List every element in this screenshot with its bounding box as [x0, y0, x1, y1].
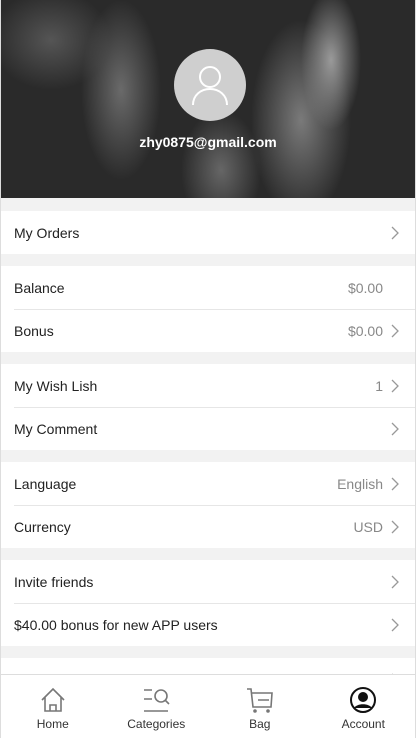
menu-group: Language English Currency USD: [1, 462, 415, 548]
row-label: My Comment: [14, 421, 98, 437]
home-icon: [41, 687, 65, 712]
bag-icon: [246, 688, 273, 713]
menu-row-bonus[interactable]: Bonus $0.00: [14, 309, 415, 352]
row-label: My Orders: [14, 224, 80, 241]
chevron-right-icon: [391, 575, 405, 589]
nav-label: Home: [36, 717, 69, 731]
account-icon: [350, 687, 377, 713]
menu-row-invite-friends[interactable]: Invite friends: [1, 560, 415, 603]
row-value: $0.00: [347, 323, 383, 339]
user-icon: [192, 66, 228, 106]
row-label: Language: [14, 475, 77, 492]
nav-home[interactable]: Home: [1, 675, 105, 738]
chevron-right-icon: [391, 324, 405, 338]
nav-label: Categories: [127, 717, 186, 731]
bottom-nav: Home Categories Bag Account: [1, 674, 415, 738]
menu-row-currency[interactable]: Currency USD: [14, 505, 415, 548]
nav-categories[interactable]: Categories: [105, 675, 209, 738]
menu-group: My Wish Lish 1 My Comment: [1, 364, 415, 450]
nav-bag[interactable]: Bag: [208, 675, 312, 738]
row-label: Bonus: [14, 323, 54, 339]
row-label: Invite friends: [14, 573, 94, 590]
menu-group: Balance $0.00 Bonus $0.00: [1, 266, 415, 352]
menu-group: Invite friends $40.00 bonus for new APP u…: [1, 560, 415, 646]
row-value: USD: [353, 519, 383, 535]
nav-label: Bag: [249, 717, 271, 731]
row-value: $0.00: [347, 279, 383, 296]
menu-row-my-orders[interactable]: My Orders: [1, 211, 415, 254]
categories-icon: [144, 689, 170, 712]
menu-row-my-comment[interactable]: My Comment: [14, 407, 415, 450]
row-label: Balance: [14, 279, 65, 296]
chevron-right-icon: [391, 618, 405, 632]
chevron-right-icon: [391, 226, 405, 240]
nav-label: Account: [341, 717, 385, 731]
menu-row-language[interactable]: Language English: [1, 462, 415, 505]
chevron-right-icon: [391, 520, 405, 534]
user-email: zhy0875@gmail.com: [139, 134, 277, 150]
chevron-right-icon: [391, 477, 405, 491]
row-label: Currency: [14, 519, 71, 535]
chevron-right-icon: [391, 379, 405, 393]
menu-row-40-00-bonus-for-new-app-users[interactable]: $40.00 bonus for new APP users: [14, 603, 415, 646]
menu-row-balance[interactable]: Balance $0.00: [1, 266, 415, 309]
menu-group: My Orders: [1, 211, 415, 254]
chevron-right-icon: [391, 422, 405, 436]
avatar[interactable]: [174, 49, 246, 121]
nav-account[interactable]: Account: [312, 675, 416, 738]
profile-header: zhy0875@gmail.com: [1, 0, 415, 198]
row-value: 1: [375, 377, 383, 394]
menu-row-my-wish-lish[interactable]: My Wish Lish 1: [1, 364, 415, 407]
row-value: English: [337, 475, 383, 492]
row-label: My Wish Lish: [14, 377, 98, 394]
row-label: $40.00 bonus for new APP users: [14, 617, 218, 633]
